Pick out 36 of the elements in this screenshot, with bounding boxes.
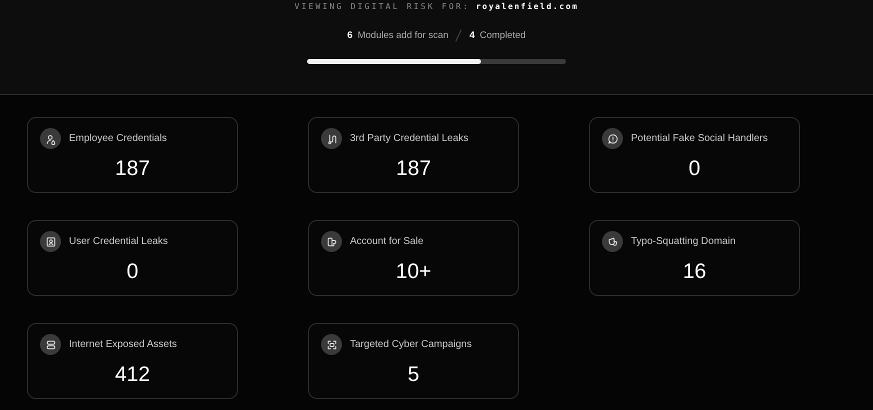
stat-card[interactable]: User Credential Leaks 0 (27, 220, 238, 296)
card-title: Targeted Cyber Campaigns (350, 339, 472, 350)
stat-value: 10+ (396, 260, 432, 284)
stat-card[interactable]: Potential Fake Social Handlers 0 (589, 117, 800, 193)
server-icon (40, 334, 61, 355)
stat-value: 187 (396, 157, 432, 181)
stat-value: 16 (682, 260, 706, 284)
stat-value: 412 (114, 363, 150, 387)
stat-value: 0 (126, 260, 138, 284)
stat-card[interactable]: Internet Exposed Assets 412 (27, 323, 238, 399)
chat-alert-icon (602, 128, 623, 149)
stat-card[interactable]: 3rd Party Credential Leaks 187 (308, 117, 519, 193)
card-title: User Credential Leaks (69, 236, 168, 247)
stat-value: 0 (688, 157, 700, 181)
stat-card[interactable]: Employee Credentials 187 (27, 117, 238, 193)
scan-icon (321, 334, 342, 355)
completed-label: Completed (480, 30, 526, 41)
card-title: 3rd Party Credential Leaks (350, 133, 468, 144)
modules-label: Modules add for scan (358, 30, 448, 41)
modules-count: 6 (347, 30, 353, 41)
card-title: Potential Fake Social Handlers (631, 133, 768, 144)
id-badge-icon (40, 231, 61, 252)
card-title: Account for Sale (350, 236, 424, 247)
card-title: Employee Credentials (69, 133, 167, 144)
stat-value: 5 (408, 363, 420, 387)
person-icon (40, 128, 61, 149)
stat-card[interactable]: Account for Sale 10+ (308, 220, 519, 296)
completed-count: 4 (469, 30, 475, 41)
stat-card[interactable]: Typo-Squatting Domain 16 (589, 220, 800, 296)
stat-card[interactable]: Targeted Cyber Campaigns 5 (308, 323, 519, 399)
card-title: Internet Exposed Assets (69, 339, 177, 350)
stat-value: 187 (114, 157, 150, 181)
card-title: Typo-Squatting Domain (631, 236, 736, 247)
route-icon (321, 128, 342, 149)
viewing-label: VIEWING DIGITAL RISK FOR: (294, 2, 470, 11)
domain-name: royalenfield.com (476, 2, 579, 11)
